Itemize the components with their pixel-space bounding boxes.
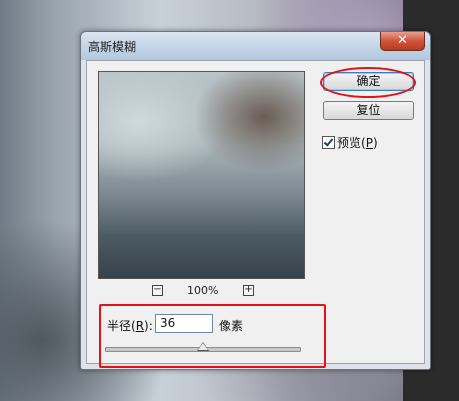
blur-preview-pane[interactable] [98,71,305,279]
dialog-titlebar[interactable]: 高斯模糊 ✕ [81,32,430,60]
preview-hotkey: P [365,136,373,150]
preview-toggle[interactable]: 预览(P) [322,134,378,151]
minus-icon: − [153,284,162,295]
radius-label-text: 半径 [107,319,132,333]
reset-button[interactable]: 复位 [323,101,414,120]
zoom-controls: − 100% + [87,284,315,299]
radius-unit: 像素 [219,319,244,333]
dialog-title: 高斯模糊 [88,40,137,54]
radius-hotkey: R [135,319,145,333]
zoom-in-button[interactable]: + [243,285,254,296]
zoom-level: 100% [187,284,219,297]
close-icon: ✕ [397,33,408,48]
zoom-out-button[interactable]: − [152,285,163,296]
dialog-content: − 100% + 确定 复位 预览(P) 半径(R): 36 像素 [86,60,425,368]
close-button[interactable]: ✕ [380,32,425,51]
gaussian-blur-dialog: 高斯模糊 ✕ − 100% + 确定 复位 预览(P) 半径(R): 36 像素 [80,31,431,370]
radius-input[interactable]: 36 [155,314,213,333]
radius-slider-thumb[interactable] [197,342,209,351]
plus-icon: + [244,284,253,295]
ok-highlight-annotation [320,67,416,98]
preview-label: 预览 [337,136,362,150]
preview-checkbox[interactable] [322,136,335,149]
radius-label: 半径(R): [107,319,153,333]
